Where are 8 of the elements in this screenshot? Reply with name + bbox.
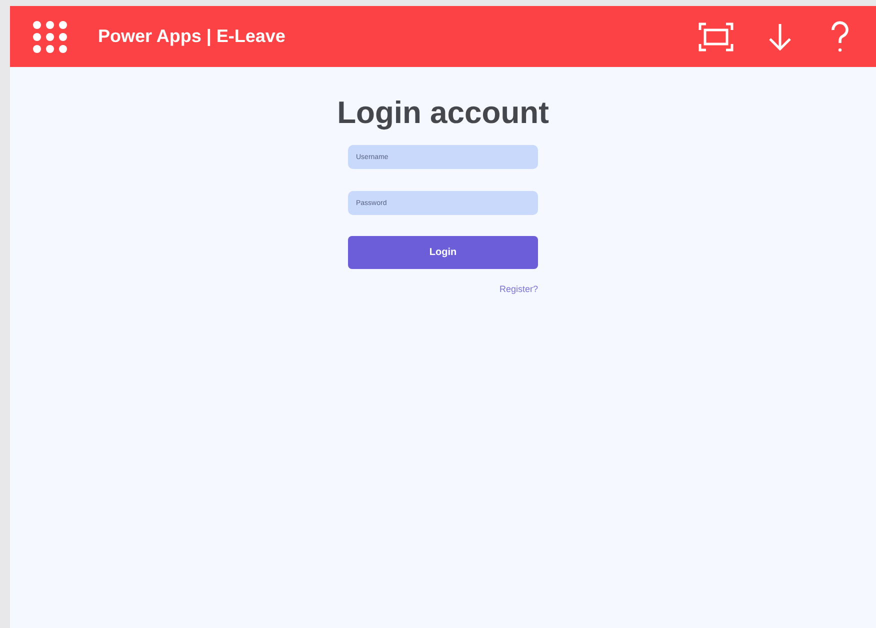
login-button[interactable]: Login: [348, 236, 538, 269]
help-icon[interactable]: [830, 20, 850, 52]
fit-screen-icon[interactable]: [698, 22, 734, 52]
login-heading: Login account: [337, 94, 549, 132]
download-icon[interactable]: [768, 22, 792, 52]
app-title: Power Apps | E-Leave: [98, 25, 286, 48]
app-launcher-icon[interactable]: [32, 20, 68, 52]
register-link[interactable]: Register?: [499, 283, 538, 296]
